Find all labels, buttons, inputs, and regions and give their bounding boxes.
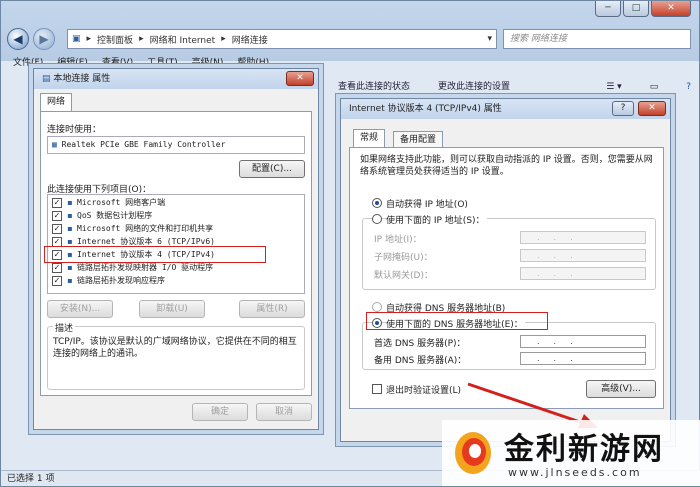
network-adapter-icon: ▦ [52,140,62,149]
preferred-dns-field[interactable]: ... [520,335,646,348]
protocol-icon: ▪ [67,263,73,272]
validate-label[interactable]: 退出时验证设置(L) [386,383,461,396]
close-button[interactable]: ✕ [651,1,691,17]
window-controls: ─ □ ✕ [595,1,691,17]
search-input[interactable]: 搜索 网络连接 [503,29,691,49]
breadcrumb-item[interactable]: 网络连接 [232,33,268,46]
tab-general[interactable]: 常规 [353,129,386,148]
auto-ip-radio[interactable] [372,198,382,208]
breadcrumb-sep-icon: ▸ [139,34,144,44]
address-bar[interactable]: ▣ ▸ 控制面板 ▸ 网络和 Internet ▸ 网络连接 ▾ [67,29,497,49]
general-panel: 如果网络支持此功能，则可以获取自动指派的 IP 设置。否则，您需要从网络系统管理… [349,147,664,409]
auto-dns-radio[interactable] [372,302,382,312]
ipv4-item-highlight [44,246,266,263]
ip-address-field[interactable]: ... [520,231,646,244]
breadcrumb-item[interactable]: 控制面板 [97,33,133,46]
gateway-field[interactable]: ... [520,267,646,280]
command-bar: 查看此连接的状态 更改此连接的设置 ☰ ▾ ▭ ? [326,77,700,97]
description-label: 描述 [53,321,76,334]
list-item[interactable]: Microsoft 网络客户端 [77,197,165,208]
preview-pane-icon[interactable]: ▭ [650,77,659,97]
adapter-field: ▦ Realtek PCIe GBE Family Controller [47,136,305,154]
item-checkbox[interactable]: ✓ [52,198,62,208]
breadcrumb-sep-icon: ▸ [86,34,92,44]
protocol-icon: ▪ [67,276,73,285]
breadcrumb-sep-icon: ▸ [221,34,226,44]
configure-button[interactable]: 配置(C)... [239,160,305,178]
manual-dns-highlight [366,312,548,330]
minimize-button[interactable]: ─ [595,1,621,17]
brand-name: 金利新游网 [504,432,664,467]
connection-properties-dialog: ▤ 本地连接 属性 ✕ 网络 连接时使用： ▦ Realtek PCIe GBE… [33,68,319,430]
cancel-button[interactable]: 取消 [256,403,312,421]
items-list: ✓ ▪ Microsoft 网络客户端 ✓ ▪ QoS 数据包计划程序 ✓ ▪ Microsof… [47,194,305,294]
help-button[interactable]: ? [612,101,634,116]
list-item[interactable]: QoS 数据包计划程序 [77,210,152,221]
item-checkbox[interactable]: ✓ [52,263,62,273]
gateway-label: 默认网关(D)： [374,271,433,281]
manual-ip-label[interactable]: 使用下面的 IP 地址(S)： [386,213,487,226]
control-panel-icon: ▣ [72,34,81,44]
description-text: TCP/IP。该协议是默认的广域网络协议，它提供在不同的相互连接的网络上的通讯。 [53,337,297,359]
ip-address-label: IP 地址(I)： [374,235,422,245]
brand-url: www.jlnseeds.com [508,466,642,479]
list-item[interactable]: Microsoft 网络的文件和打印机共享 [77,223,213,234]
change-settings-command[interactable]: 更改此连接的设置 [438,77,510,97]
item-checkbox[interactable]: ✓ [52,211,62,221]
tab-network[interactable]: 网络 [40,93,73,112]
view-status-command[interactable]: 查看此连接的状态 [338,77,410,97]
subnet-mask-label: 子网掩码(U)： [374,253,433,263]
item-properties-button[interactable]: 属性(R) [239,300,305,318]
connect-using-label: 连接时使用： [47,125,102,135]
protocol-icon: ▪ [67,224,73,233]
item-checkbox[interactable]: ✓ [52,224,62,234]
manual-ip-radio[interactable] [372,214,382,224]
breadcrumb-item[interactable]: 网络和 Internet [150,33,216,46]
maximize-button[interactable]: □ [623,1,649,17]
protocol-icon: ▪ [67,211,73,220]
watermark: 金利新游网 www.jlnseeds.com [442,420,700,486]
adapter-name: Realtek PCIe GBE Family Controller [61,140,226,149]
network-icon: ▤ [42,74,54,84]
arrow-line [467,382,587,426]
auto-ip-label[interactable]: 自动获得 IP 地址(O) [386,197,468,210]
tab-alternate-config[interactable]: 备用配置 [393,131,444,148]
help-icon[interactable]: ? [686,77,700,97]
list-item[interactable]: 链路层拓扑发现响应程序 [77,275,165,286]
alternate-dns-field[interactable]: ... [520,352,646,365]
close-button[interactable]: ✕ [286,71,314,86]
protocol-icon: ▪ [67,198,73,207]
alternate-dns-label: 备用 DNS 服务器(A)： [374,356,467,366]
validate-checkbox[interactable] [372,384,382,394]
view-options-icon[interactable]: ☰ ▾ [606,77,621,97]
subnet-mask-field[interactable]: ... [520,249,646,262]
back-button[interactable]: ◀ [7,28,29,50]
item-checkbox[interactable]: ✓ [52,276,62,286]
ok-button[interactable]: 确定 [192,403,248,421]
install-button[interactable]: 安装(N)... [47,300,113,318]
close-button[interactable]: ✕ [638,101,666,116]
uninstall-button[interactable]: 卸载(U) [139,300,205,318]
list-item[interactable]: 链路层拓扑发现映射器 I/O 驱动程序 [77,262,213,273]
intro-text: 如果网络支持此功能，则可以获取自动指派的 IP 设置。否则，您需要从网络系统管理… [360,155,653,177]
dialog-title-text: 本地连接 属性 [53,74,111,84]
preferred-dns-label: 首选 DNS 服务器(P)： [374,339,466,349]
dialog-title: ▤ 本地连接 属性 [34,69,318,89]
dropdown-icon[interactable]: ▾ [487,34,496,44]
brand-logo-icon [455,432,491,474]
forward-button[interactable]: ▶ [33,28,55,50]
